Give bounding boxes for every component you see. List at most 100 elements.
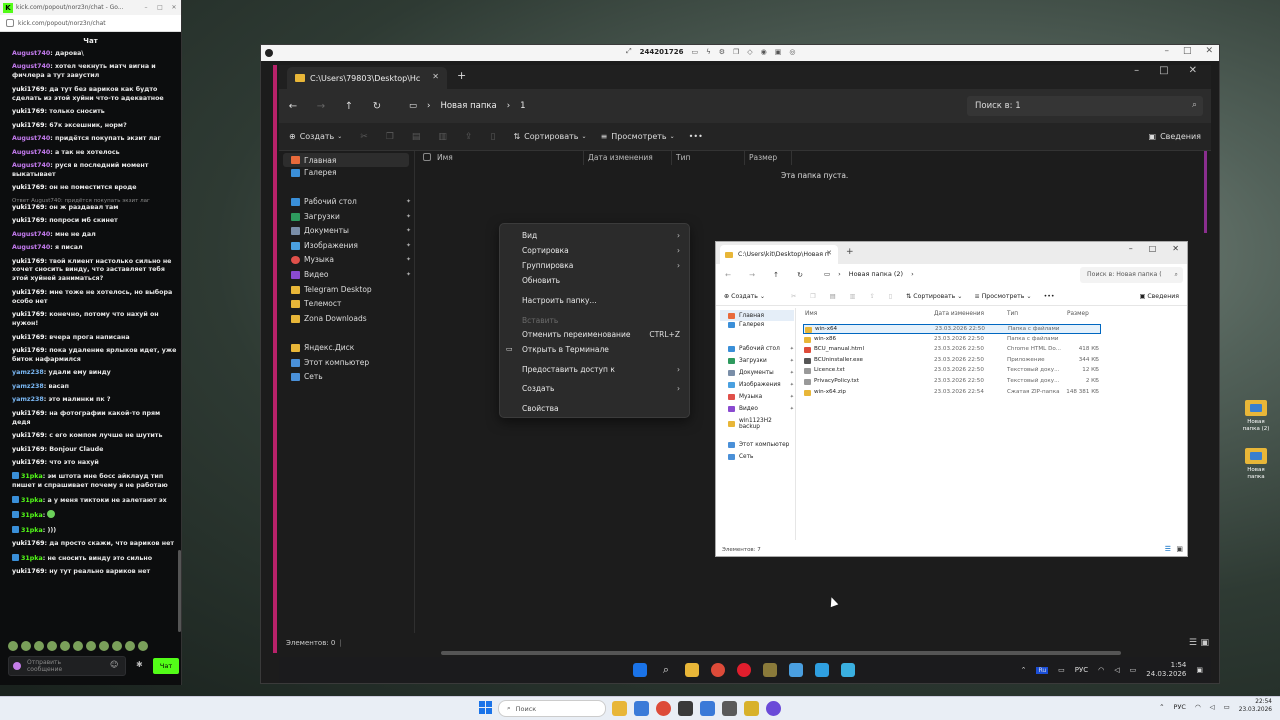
sidebar-item-gallery[interactable]: Галерея [291, 168, 411, 177]
copy-icon[interactable]: ❐ [386, 132, 394, 142]
new-tab-button[interactable]: + [457, 69, 466, 82]
column-type[interactable]: Тип [1007, 311, 1018, 317]
sort-button[interactable]: ⇅ Сортировать ⌄ [906, 293, 962, 300]
select-all-checkbox[interactable] [423, 153, 431, 161]
sidebar-item-telemost[interactable]: Телемост [291, 299, 411, 308]
emote-icon[interactable] [73, 641, 83, 651]
breadcrumb[interactable]: ▭ › Новая папка (2) › [824, 270, 914, 278]
chat-username[interactable]: August740 [12, 50, 50, 57]
details-view-icon[interactable]: ☰ [1165, 545, 1171, 553]
app-icon[interactable] [722, 701, 737, 716]
delete-icon[interactable]: ▯ [889, 293, 892, 300]
share-icon[interactable]: ⇪ [465, 132, 473, 142]
view-button[interactable]: ≡ Просмотреть ⌄ [974, 293, 1031, 300]
new-tab-button[interactable]: + [846, 247, 854, 257]
maximize-button[interactable]: □ [1149, 244, 1157, 253]
up-icon[interactable]: ↑ [335, 101, 363, 112]
column-date[interactable]: Дата изменения [934, 311, 984, 317]
chat-username[interactable]: August740 [12, 135, 50, 142]
sidebar-item[interactable]: Изображения ✦ [728, 382, 794, 388]
sidebar-item-music[interactable]: Музыка ✦ [291, 255, 411, 264]
chat-username[interactable]: yuki1769 [12, 86, 44, 93]
forward-icon[interactable]: → [307, 101, 335, 112]
delete-icon[interactable]: ▯ [490, 132, 495, 142]
column-type[interactable]: Тип [671, 151, 690, 165]
column-name[interactable]: Имя [805, 311, 817, 317]
address-bar[interactable]: kick.com/popout/norz3n/chat [0, 15, 181, 32]
chrome-icon[interactable] [656, 701, 671, 716]
sidebar-item[interactable]: Документы ✦ [728, 370, 794, 376]
chat-username[interactable]: 31pka [21, 473, 43, 480]
explorer-icon[interactable] [685, 663, 699, 677]
sidebar-item[interactable]: Этот компьютер [728, 442, 794, 448]
sidebar-item-documents[interactable]: Документы ✦ [291, 226, 411, 235]
desktop-folder-icon[interactable]: Новая папка [1238, 448, 1274, 481]
sidebar-item-telegram[interactable]: Telegram Desktop [291, 285, 411, 294]
sort-button[interactable]: ⇅ Сортировать ⌄ [513, 132, 586, 141]
chevron-up-icon[interactable]: ⌃ [1159, 703, 1164, 711]
chat-username[interactable]: yuki1769 [12, 568, 44, 575]
chat-username[interactable]: yuki1769 [12, 432, 44, 439]
camera-icon[interactable]: ▣ [775, 48, 782, 56]
app-icon[interactable] [678, 701, 693, 716]
details-button[interactable]: ▣ Сведения [1140, 293, 1179, 300]
app-icon[interactable] [789, 663, 803, 677]
emote-icon[interactable] [99, 641, 109, 651]
chat-username[interactable]: yuki1769 [12, 184, 44, 191]
chat-username[interactable]: 31pka [21, 497, 43, 504]
clock[interactable]: 1:54 24.03.2026 [1146, 661, 1186, 679]
sidebar-item-home[interactable]: Главная [283, 153, 409, 167]
shield-icon[interactable]: ◇ [747, 48, 752, 56]
chat-username[interactable]: yamz238 [12, 383, 44, 390]
bolt-icon[interactable]: ϟ [706, 48, 711, 56]
sidebar-item-network[interactable]: Сеть [291, 372, 411, 381]
emote-icon[interactable] [47, 641, 57, 651]
file-row[interactable]: win-x64 23.03.2026 22:50 Папка с файлами [803, 324, 1101, 334]
chat-username[interactable]: yuki1769 [12, 204, 44, 211]
chat-username[interactable]: yuki1769 [12, 410, 44, 417]
cut-icon[interactable]: ✂ [791, 293, 796, 300]
details-button[interactable]: ▣ Сведения [1149, 132, 1201, 141]
menu-item-share[interactable]: Предоставить доступ к › [522, 365, 682, 374]
app-icon[interactable] [815, 663, 829, 677]
close-tab-icon[interactable]: ✕ [432, 72, 439, 81]
file-row[interactable]: PrivacyPolicy.txt 23.03.2026 22:50 Текстов… [803, 377, 1101, 387]
chat-username[interactable]: 31pka [21, 527, 43, 534]
clock[interactable]: 22:54 23.03.2026 [1239, 699, 1272, 715]
menu-item-refresh[interactable]: Обновить [522, 276, 682, 285]
app-icon[interactable] [634, 701, 649, 716]
menu-item-create[interactable]: Создать › [522, 384, 682, 393]
emote-icon[interactable] [86, 641, 96, 651]
breadcrumb-item[interactable]: Новая папка [440, 101, 496, 111]
emote-icon[interactable] [8, 641, 18, 651]
keyboard-layout-icon[interactable]: Ru [1036, 666, 1049, 674]
menu-item-sort[interactable]: Сортировка › [522, 246, 682, 255]
chat-username[interactable]: yuki1769 [12, 289, 44, 296]
tiles-view-icon[interactable]: ▣ [1176, 545, 1183, 553]
chat-username[interactable]: 31pka [21, 512, 43, 519]
chat-icon[interactable]: ▭ [691, 48, 698, 56]
sidebar-item[interactable]: Загрузки ✦ [728, 358, 794, 364]
chat-input[interactable]: Отправить сообщение [8, 656, 126, 676]
chat-username[interactable]: yuki1769 [12, 217, 44, 224]
minimize-button[interactable]: – [139, 4, 153, 11]
close-button[interactable]: ✕ [1172, 244, 1179, 253]
maximize-button[interactable]: □ [1183, 46, 1192, 56]
emote-icon[interactable] [125, 641, 135, 651]
menu-item-undo-rename[interactable]: Отменить переименование CTRL+Z [522, 330, 682, 339]
column-date[interactable]: Дата изменения [583, 151, 653, 165]
minimize-button[interactable]: – [1134, 65, 1139, 76]
gear-icon[interactable]: ✱ [136, 660, 143, 669]
emote-icon[interactable] [138, 641, 148, 651]
emoji-icon[interactable]: ☺ [110, 660, 118, 669]
copy-icon[interactable]: ❐ [733, 48, 739, 56]
column-name[interactable]: Имя [433, 151, 453, 165]
app-icon[interactable] [700, 701, 715, 716]
menu-item-view[interactable]: Вид › [522, 231, 682, 240]
tab-explorer[interactable]: C:\Users\79803\Desktop\Нс ✕ [287, 67, 447, 89]
minimize-button[interactable]: – [1129, 244, 1133, 253]
file-row[interactable]: win-x64.zip 23.03.2026 22:54 Сжатая ZIP-па… [803, 388, 1101, 398]
emote-icon[interactable] [34, 641, 44, 651]
search-input[interactable]: Поиск в: Новая папка ( ⌕ [1080, 267, 1183, 283]
sidebar-item[interactable]: win1123H2 backup [728, 418, 794, 430]
